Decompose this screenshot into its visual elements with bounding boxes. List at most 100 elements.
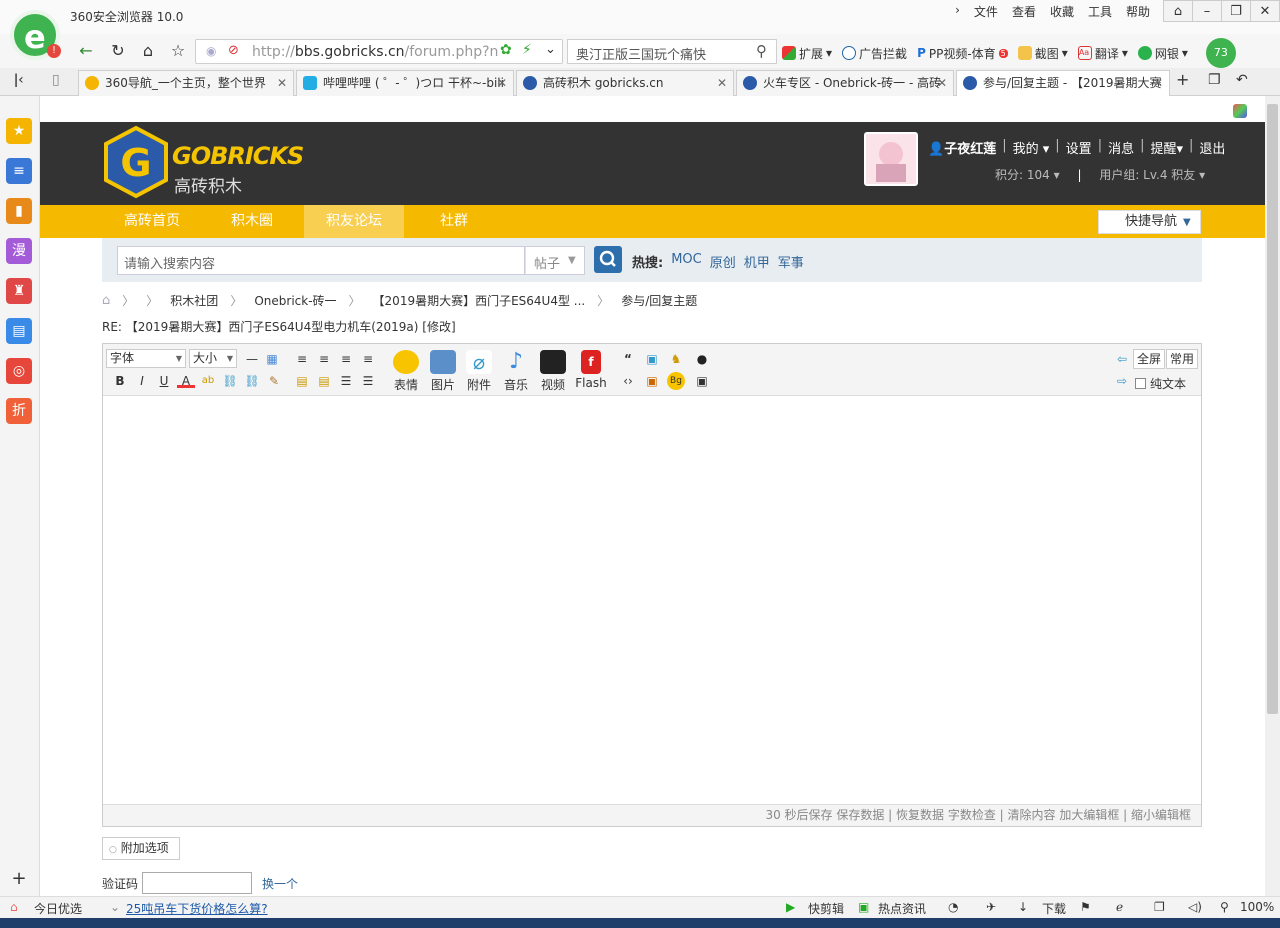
- search-input[interactable]: 奥汀正版三国玩个痛快 ⚲: [567, 39, 777, 64]
- nav-forum[interactable]: 积友论坛: [304, 205, 404, 238]
- flash-button[interactable]: f Flash: [574, 350, 608, 390]
- maximize-button[interactable]: ❐: [1221, 0, 1251, 22]
- add-options-button[interactable]: ○ 附加选项: [102, 837, 180, 860]
- pp-video-button[interactable]: P PP视频-体育 5: [917, 45, 1008, 62]
- unlink-icon[interactable]: ⛓: [243, 372, 261, 390]
- quote-icon[interactable]: “: [619, 350, 637, 368]
- sound-icon[interactable]: ◁): [1188, 900, 1202, 914]
- minimize-button[interactable]: –: [1192, 0, 1222, 22]
- comic-icon[interactable]: 漫: [6, 238, 32, 264]
- my-menu[interactable]: 我的 ▾: [1013, 138, 1050, 157]
- tab-bilibili[interactable]: 哔哩哔哩 ( ゜- ゜)つロ 干杯~-bili ✕: [296, 70, 514, 96]
- translate-button[interactable]: Aa 翻译 ▾: [1077, 45, 1128, 62]
- download-icon[interactable]: ↓: [1018, 900, 1028, 914]
- bank-button[interactable]: 网银 ▾: [1137, 45, 1188, 62]
- refresh-green-icon[interactable]: ✿: [500, 42, 512, 58]
- bookmark-icon[interactable]: ▮: [6, 198, 32, 224]
- close-icon[interactable]: ✕: [497, 71, 507, 95]
- sidebar-toggle-icon[interactable]: ǀ‹: [14, 72, 24, 88]
- flag-icon[interactable]: ⚑: [1080, 900, 1091, 914]
- discount-icon[interactable]: 折: [6, 398, 32, 424]
- tv-icon[interactable]: ▣: [693, 372, 711, 390]
- download-label[interactable]: 下载: [1042, 900, 1066, 917]
- tab-gobricks-home[interactable]: 高砖积木 gobricks.cn ✕: [516, 70, 734, 96]
- menu-view[interactable]: 查看: [1012, 3, 1036, 20]
- attachment-button[interactable]: ⌀ 附件: [462, 350, 496, 393]
- fullscreen-button[interactable]: 全屏: [1133, 349, 1166, 369]
- add-icon[interactable]: +: [6, 866, 32, 892]
- messages-link[interactable]: 消息: [1108, 138, 1134, 157]
- page-icon[interactable]: ▯: [52, 72, 60, 88]
- ordered-list-icon[interactable]: ☰: [337, 372, 355, 390]
- user-icon-name[interactable]: 👤子夜红莲: [928, 138, 996, 157]
- logout-link[interactable]: 退出: [1199, 138, 1225, 157]
- nav-home[interactable]: 高砖首页: [102, 205, 202, 238]
- redo-icon[interactable]: ⇨: [1113, 372, 1131, 390]
- ie-icon[interactable]: ℯ: [1116, 900, 1123, 914]
- hr-icon[interactable]: —: [243, 350, 261, 368]
- page-scrollbar[interactable]: [1265, 96, 1280, 896]
- chevron-down-icon[interactable]: ⌄: [545, 42, 556, 57]
- back-icon[interactable]: ←: [72, 38, 100, 64]
- tab-list-icon[interactable]: ❐: [1208, 72, 1221, 88]
- chevron-icon[interactable]: ›: [955, 3, 960, 20]
- weibo-icon[interactable]: ◎: [6, 358, 32, 384]
- avatar[interactable]: [864, 132, 918, 186]
- scrollbar-thumb[interactable]: [1267, 104, 1278, 714]
- italic-icon[interactable]: I: [133, 372, 151, 390]
- checkbox[interactable]: [1135, 378, 1146, 389]
- close-icon[interactable]: ✕: [717, 71, 727, 95]
- news-link[interactable]: 25吨吊车下货价格怎么算?: [126, 900, 268, 917]
- quick-clip[interactable]: 快剪辑: [808, 900, 844, 917]
- reload-icon[interactable]: ↻: [104, 38, 132, 64]
- window-icon[interactable]: ❐: [1154, 900, 1165, 914]
- bold-icon[interactable]: B: [111, 372, 129, 390]
- image-button[interactable]: 图片: [426, 350, 460, 393]
- video-button[interactable]: 视频: [536, 350, 570, 393]
- site-logo[interactable]: G GOBRICKS 高砖积木: [104, 125, 314, 203]
- new-tab-icon[interactable]: +: [1176, 70, 1189, 89]
- hot-link[interactable]: 原创: [710, 252, 736, 271]
- lightning-icon[interactable]: ⚡: [522, 42, 532, 58]
- menu-help[interactable]: 帮助: [1126, 3, 1150, 20]
- close-icon[interactable]: ✕: [1153, 71, 1163, 95]
- clear-format-icon[interactable]: ✎: [265, 372, 283, 390]
- search-icon[interactable]: ⚲: [756, 42, 767, 60]
- tab-360nav[interactable]: 360导航_一个主页，整个世界 ✕: [78, 70, 294, 96]
- menu-file[interactable]: 文件: [974, 3, 998, 20]
- today-picks[interactable]: 今日优选: [34, 900, 82, 917]
- home-icon[interactable]: ⌂: [102, 293, 110, 308]
- browser-logo-icon[interactable]: e!: [10, 10, 61, 60]
- plain-text-toggle[interactable]: 纯文本: [1135, 375, 1186, 392]
- zoom-level[interactable]: 100%: [1240, 900, 1274, 914]
- zoom-icon[interactable]: ⚲: [1220, 900, 1229, 914]
- emoji-button[interactable]: 表情: [389, 350, 423, 393]
- font-select[interactable]: 字体 ▼: [106, 349, 186, 368]
- home-icon[interactable]: ⌂: [134, 38, 162, 64]
- usergroup-menu[interactable]: 用户组: Lv.4 积友 ▾: [1099, 168, 1205, 182]
- font-color-icon[interactable]: A: [177, 372, 195, 388]
- undo-icon[interactable]: ⇦: [1113, 350, 1131, 368]
- clip-icon[interactable]: ▶: [786, 900, 795, 914]
- table-icon[interactable]: ▦: [263, 350, 281, 368]
- menu-tools[interactable]: 工具: [1088, 3, 1112, 20]
- undo-close-icon[interactable]: ↶: [1236, 72, 1248, 88]
- align-justify-icon[interactable]: ≡: [359, 350, 377, 368]
- close-icon[interactable]: ✕: [937, 71, 947, 95]
- search-type-select[interactable]: 帖子 ▼: [525, 246, 585, 275]
- hide-icon[interactable]: ♞: [667, 350, 685, 368]
- close-icon[interactable]: ✕: [277, 71, 287, 95]
- star-icon[interactable]: ☆: [164, 38, 192, 64]
- float-right-icon[interactable]: ▤: [315, 372, 333, 390]
- site-search-input[interactable]: 请输入搜索内容: [117, 246, 525, 275]
- site-search-button[interactable]: [594, 246, 622, 273]
- music-button[interactable]: ♪ 音乐: [499, 350, 533, 393]
- editor-textarea[interactable]: [103, 396, 1201, 804]
- hot-news[interactable]: 热点资讯: [878, 900, 926, 917]
- doc-icon[interactable]: ▤: [6, 318, 32, 344]
- skin-icon[interactable]: ⌂: [1163, 0, 1193, 22]
- float-left-icon[interactable]: ▤: [293, 372, 311, 390]
- nav-group[interactable]: 社群: [404, 205, 504, 238]
- qq-icon[interactable]: ●: [693, 350, 711, 368]
- size-select[interactable]: 大小 ▼: [189, 349, 237, 368]
